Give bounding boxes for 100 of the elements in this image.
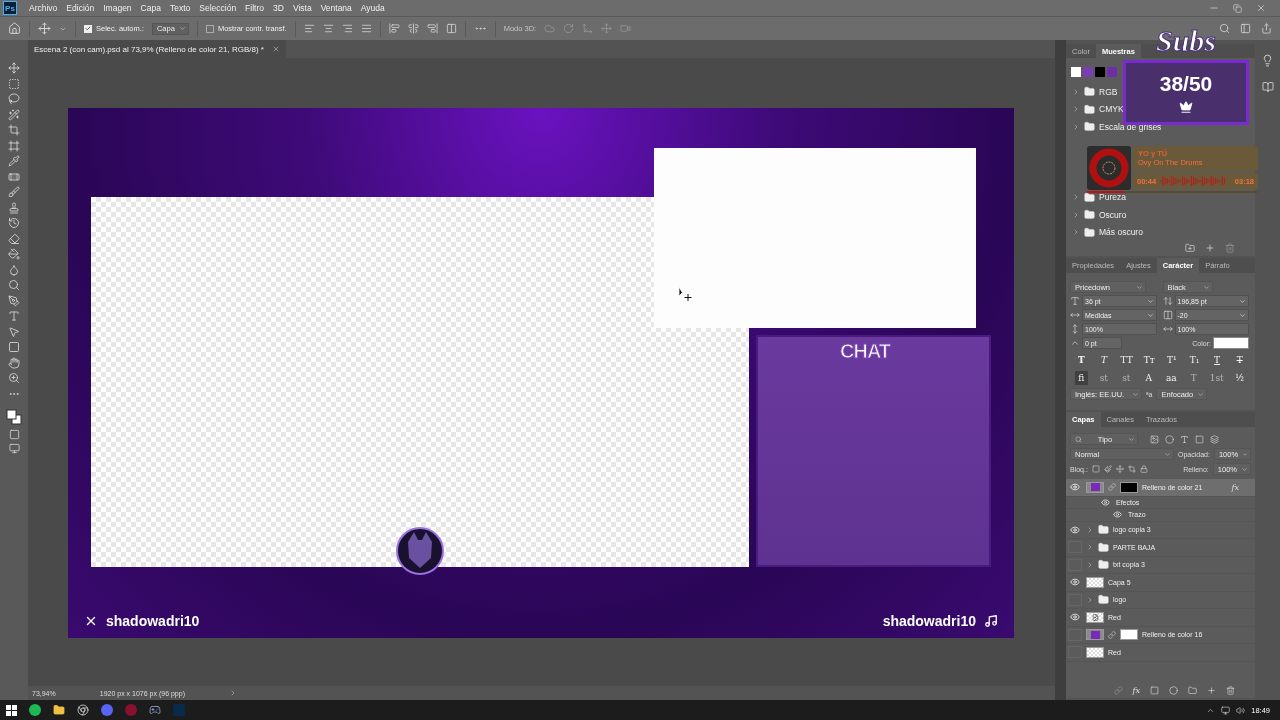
blur-tool-icon[interactable] <box>8 263 20 276</box>
swatch-group-name[interactable]: RGB <box>1099 86 1118 97</box>
rectangle-tool-icon[interactable] <box>8 341 20 353</box>
color-swatch[interactable] <box>1083 67 1093 78</box>
menu-item[interactable]: Filtro <box>241 3 269 13</box>
healing-tool-icon[interactable] <box>8 170 20 183</box>
menu-item[interactable]: 3D <box>269 3 289 13</box>
close-icon[interactable] <box>271 45 280 53</box>
opentype-button[interactable]: fi <box>1074 371 1088 385</box>
menu-item[interactable]: Ventana <box>316 3 357 13</box>
camera-3d-icon[interactable] <box>620 23 632 34</box>
adjustment-icon[interactable] <box>1169 685 1178 695</box>
eraser-tool-icon[interactable] <box>8 232 20 245</box>
slide-3d-icon[interactable] <box>601 23 613 34</box>
menu-item[interactable]: Selección <box>195 3 242 13</box>
hand-tool-icon[interactable] <box>8 356 20 369</box>
crop-tool-icon[interactable] <box>8 124 20 136</box>
marquee-tool-icon[interactable] <box>8 77 20 90</box>
swatch-group-name[interactable]: CMYK <box>1099 104 1124 115</box>
share-icon[interactable] <box>1261 23 1272 34</box>
link-icon[interactable] <box>1113 685 1123 695</box>
pixel-filter-icon[interactable] <box>1150 434 1159 444</box>
menu-item[interactable]: Vista <box>288 3 317 13</box>
new-layer-icon[interactable] <box>1207 685 1216 695</box>
swatch-group-name[interactable]: Más oscuro <box>1099 227 1143 238</box>
folder-icon[interactable] <box>53 704 65 716</box>
mask-icon[interactable] <box>1150 685 1159 695</box>
search-icon[interactable] <box>1075 435 1082 443</box>
color-swatch[interactable] <box>1071 67 1081 78</box>
lock-position-icon[interactable] <box>1115 465 1124 473</box>
text-color-swatch[interactable] <box>1213 337 1249 349</box>
brush-tool-icon[interactable] <box>8 186 20 198</box>
lasso-tool-icon[interactable] <box>8 93 20 105</box>
align-middle-icon[interactable] <box>407 23 419 34</box>
search-icon[interactable] <box>1219 23 1230 34</box>
text-style-button[interactable]: Tт <box>1142 353 1156 367</box>
align-center-icon[interactable] <box>322 23 334 34</box>
trash-icon[interactable] <box>1226 685 1235 695</box>
close-icon[interactable] <box>1256 3 1266 13</box>
trash-icon[interactable] <box>1225 243 1235 254</box>
text-style-button[interactable]: T <box>1097 353 1111 367</box>
lock-pixels-icon[interactable] <box>1091 465 1100 473</box>
adjustment-filter-icon[interactable] <box>1165 434 1174 444</box>
network-icon[interactable] <box>1221 705 1231 715</box>
menu-item[interactable]: Ayuda <box>356 3 390 13</box>
path-selection-tool-icon[interactable] <box>8 325 20 338</box>
menu-item[interactable]: Capa <box>136 3 166 13</box>
menu-item[interactable]: Edición <box>62 3 100 13</box>
distribute-icon[interactable] <box>360 23 372 34</box>
windows-start-icon[interactable] <box>6 704 17 716</box>
type-tool-icon[interactable] <box>8 310 20 322</box>
color-swatches-icon[interactable] <box>6 409 22 425</box>
pan-3d-icon[interactable] <box>582 23 594 34</box>
book-icon[interactable] <box>1261 81 1274 93</box>
menu-item[interactable]: Texto <box>165 3 196 13</box>
align-top-icon[interactable] <box>388 23 400 34</box>
move-tool-icon[interactable] <box>38 22 51 35</box>
menu-item[interactable]: Imagen <box>99 3 137 13</box>
distribute-vertical-icon[interactable] <box>445 23 457 34</box>
volume-icon[interactable] <box>1236 705 1246 715</box>
lightbulb-icon[interactable] <box>1261 54 1274 67</box>
quick-mask-icon[interactable] <box>8 428 20 440</box>
eye-icon[interactable] <box>1110 508 1124 521</box>
text-style-button[interactable]: T <box>1233 353 1247 367</box>
eyedropper-tool-icon[interactable] <box>8 155 20 167</box>
text-style-button[interactable]: T <box>1074 353 1088 367</box>
text-style-button[interactable]: T <box>1210 353 1224 367</box>
opentype-button[interactable]: ½ <box>1233 371 1247 385</box>
screen-mode-icon[interactable] <box>8 443 20 454</box>
align-bottom-icon[interactable] <box>426 23 438 34</box>
align-left-icon[interactable] <box>303 23 315 34</box>
text-style-button[interactable]: T₁ <box>1187 353 1201 367</box>
roll-3d-icon[interactable] <box>563 23 575 34</box>
text-style-button[interactable]: TT <box>1120 353 1134 367</box>
app-icon[interactable] <box>29 704 41 716</box>
paint-bucket-tool-icon[interactable] <box>8 248 20 260</box>
zoom-tool-icon[interactable] <box>8 372 20 384</box>
app-icon[interactable] <box>101 704 113 716</box>
new-group-icon[interactable] <box>1185 243 1195 254</box>
stamp-tool-icon[interactable] <box>8 201 20 214</box>
workspace-icon[interactable] <box>1240 23 1251 34</box>
opentype-button[interactable]: aa <box>1164 371 1178 385</box>
align-right-icon[interactable] <box>341 23 353 34</box>
smart-filter-icon[interactable] <box>1210 434 1219 444</box>
magic-wand-tool-icon[interactable] <box>8 108 20 121</box>
new-swatch-icon[interactable] <box>1205 243 1215 254</box>
restore-icon[interactable] <box>1233 3 1242 13</box>
orbit-3d-icon[interactable] <box>544 23 556 34</box>
swatch-group-name[interactable]: Pureza <box>1099 192 1126 203</box>
history-brush-tool-icon[interactable] <box>8 217 20 229</box>
browser-icon[interactable] <box>77 704 89 716</box>
opentype-button[interactable]: A <box>1142 371 1156 385</box>
move-tool-icon[interactable] <box>8 62 20 74</box>
eye-icon[interactable] <box>1068 523 1082 536</box>
color-swatch[interactable] <box>1095 67 1105 78</box>
menu-item[interactable]: Archivo <box>25 3 63 13</box>
document-tab[interactable]: Escena 2 (con cam).psd al 73,9% (Relleno de color 21, RGB/8) * <box>28 40 286 58</box>
text-style-button[interactable]: T¹ <box>1165 353 1179 367</box>
swatch-group-name[interactable]: Oscuro <box>1099 209 1127 220</box>
lock-paint-icon[interactable] <box>1103 465 1112 473</box>
